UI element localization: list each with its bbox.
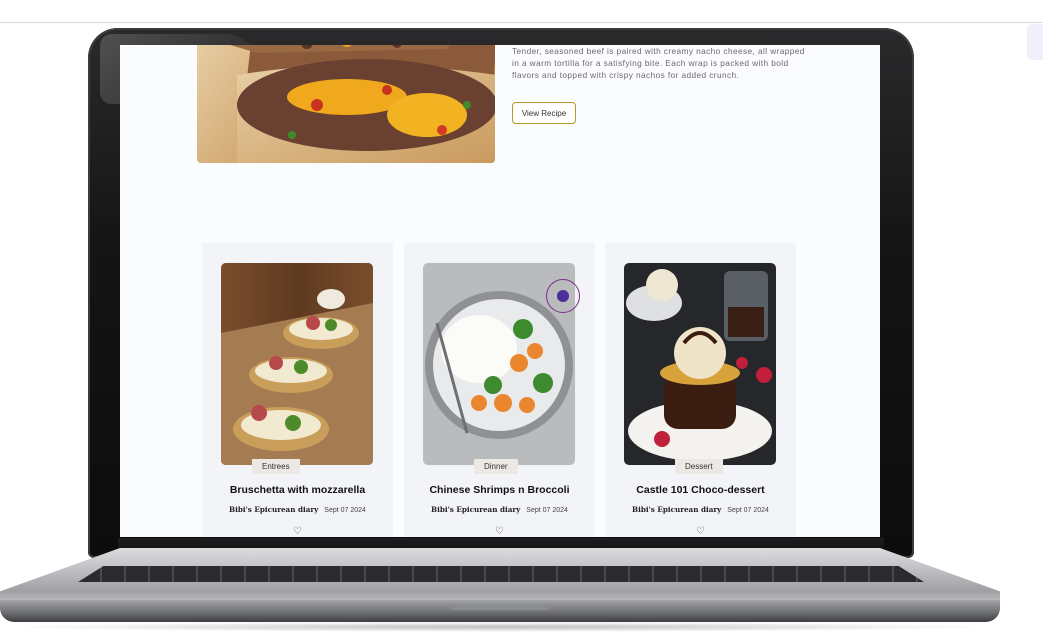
laptop-screen: Tender, seasoned beef is paired with cre… bbox=[120, 45, 880, 537]
recipe-title[interactable]: Bruschetta with mozzarella bbox=[202, 484, 393, 496]
decorative-corner bbox=[1027, 24, 1043, 60]
laptop-notch bbox=[448, 604, 552, 610]
author-name[interactable]: Bibi's Epicurean diary bbox=[229, 505, 318, 514]
heart-icon[interactable]: ♡ bbox=[696, 526, 705, 537]
cursor-dot bbox=[557, 290, 569, 302]
publish-date: Sept 07 2024 bbox=[526, 507, 568, 514]
author-name[interactable]: Bibi's Epicurean diary bbox=[632, 505, 721, 514]
category-badge: Dinner bbox=[474, 459, 518, 474]
publish-date: Sept 07 2024 bbox=[727, 507, 769, 514]
browser-divider bbox=[0, 22, 1043, 23]
recipe-card-image[interactable] bbox=[624, 263, 776, 465]
author-name[interactable]: Bibi's Epicurean diary bbox=[431, 505, 520, 514]
featured-recipe-image[interactable] bbox=[197, 45, 495, 163]
recipe-card-image[interactable] bbox=[221, 263, 373, 465]
heart-icon[interactable]: ♡ bbox=[293, 526, 302, 537]
heart-icon[interactable]: ♡ bbox=[495, 526, 504, 537]
recipe-card[interactable]: Dessert Castle 101 Choco-dessert Bibi's … bbox=[605, 243, 796, 537]
category-badge: Entrees bbox=[252, 459, 300, 474]
laptop-keyboard bbox=[78, 566, 924, 582]
publish-date: Sept 07 2024 bbox=[324, 507, 366, 514]
category-badge: Dessert bbox=[675, 459, 723, 474]
page: Tender, seasoned beef is paired with cre… bbox=[0, 0, 1043, 644]
laptop-shadow bbox=[0, 622, 1000, 632]
recipe-meta: Bibi's Epicurean diary Sept 07 2024 bbox=[605, 505, 796, 514]
recipe-meta: Bibi's Epicurean diary Sept 07 2024 bbox=[202, 505, 393, 514]
recipe-title[interactable]: Chinese Shrimps n Broccoli bbox=[404, 484, 595, 496]
view-recipe-button[interactable]: View Recipe bbox=[512, 102, 576, 124]
recipe-title[interactable]: Castle 101 Choco-dessert bbox=[605, 484, 796, 496]
recipe-card[interactable]: Entrees Bruschetta with mozzarella Bibi'… bbox=[202, 243, 393, 537]
recipe-meta: Bibi's Epicurean diary Sept 07 2024 bbox=[404, 505, 595, 514]
featured-recipe-description: Tender, seasoned beef is paired with cre… bbox=[512, 46, 805, 81]
